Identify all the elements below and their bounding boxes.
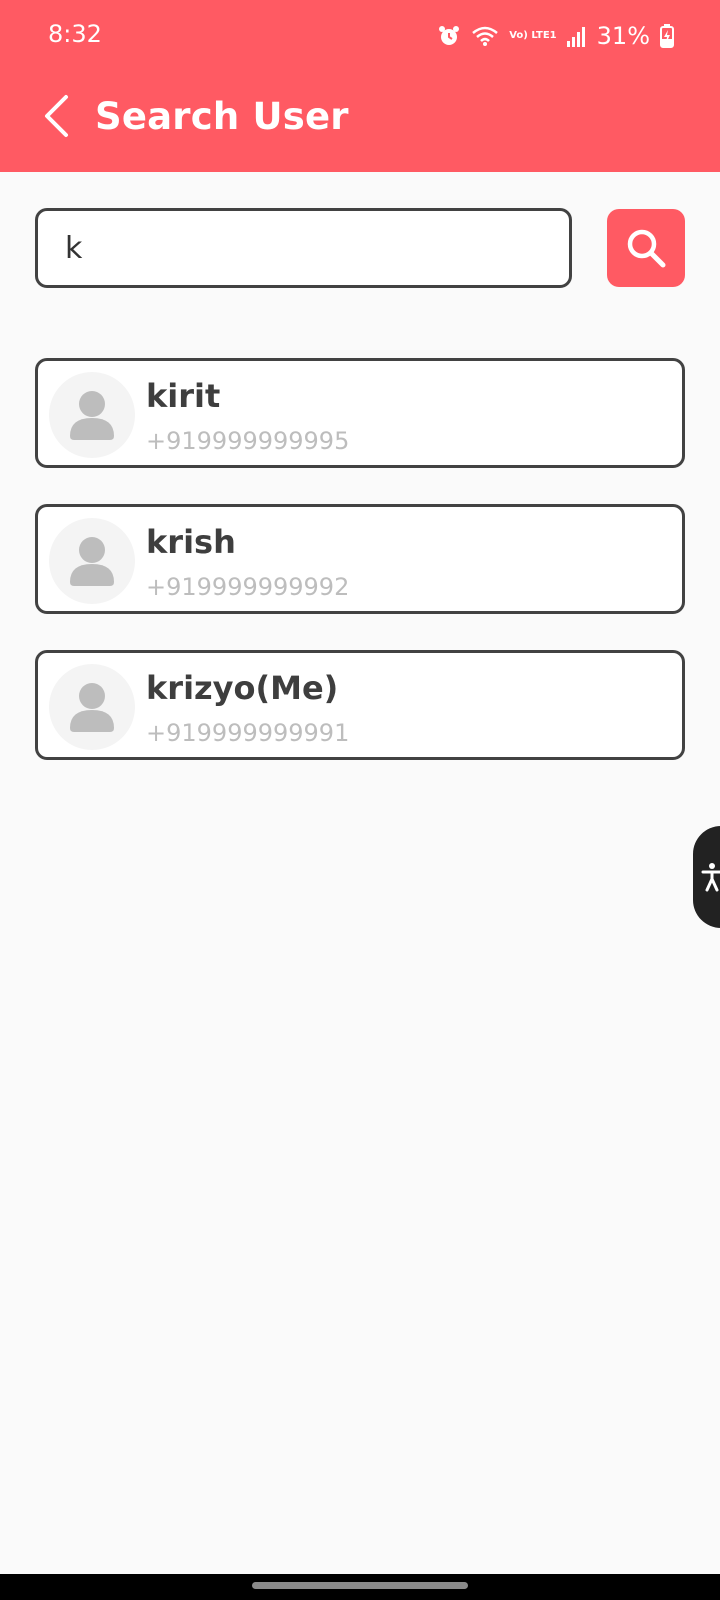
avatar bbox=[49, 664, 135, 750]
navigation-bar bbox=[0, 1574, 720, 1600]
alarm-icon bbox=[439, 26, 460, 45]
app-header: 8:32 Vo) LTE1 31% Search User bbox=[0, 0, 720, 172]
back-button[interactable] bbox=[36, 92, 76, 140]
battery-percent: 31% bbox=[596, 22, 650, 50]
user-phone: +919999999995 bbox=[146, 427, 350, 455]
user-list-item[interactable]: krizyo(Me) +919999999991 bbox=[35, 650, 685, 760]
user-name: krish bbox=[146, 523, 236, 561]
person-icon bbox=[70, 391, 114, 440]
page-title: Search User bbox=[95, 95, 349, 138]
wifi-icon bbox=[472, 26, 499, 46]
status-icons: Vo) LTE1 31% bbox=[437, 18, 674, 54]
home-gesture-handle[interactable] bbox=[252, 1582, 468, 1589]
user-list-item[interactable]: kirit +919999999995 bbox=[35, 358, 685, 468]
avatar bbox=[49, 518, 135, 604]
search-icon bbox=[627, 229, 666, 268]
accessibility-icon bbox=[701, 863, 720, 892]
user-phone: +919999999991 bbox=[146, 719, 350, 747]
signal-icon bbox=[566, 27, 585, 47]
user-phone: +919999999992 bbox=[146, 573, 350, 601]
volte-lte-icon: Vo) LTE1 bbox=[509, 30, 557, 41]
chevron-left-icon bbox=[45, 95, 68, 137]
status-bar: 8:32 Vo) LTE1 31% bbox=[0, 0, 720, 72]
person-icon bbox=[70, 683, 114, 732]
search-button[interactable] bbox=[607, 209, 685, 287]
user-list-item[interactable]: krish +919999999992 bbox=[35, 504, 685, 614]
user-name: kirit bbox=[146, 377, 221, 415]
person-icon bbox=[70, 537, 114, 586]
battery-charging-icon bbox=[660, 24, 674, 48]
status-time: 8:32 bbox=[48, 20, 102, 48]
avatar bbox=[49, 372, 135, 458]
accessibility-button[interactable] bbox=[693, 826, 720, 928]
user-name: krizyo(Me) bbox=[146, 669, 339, 707]
search-input[interactable] bbox=[35, 208, 572, 288]
